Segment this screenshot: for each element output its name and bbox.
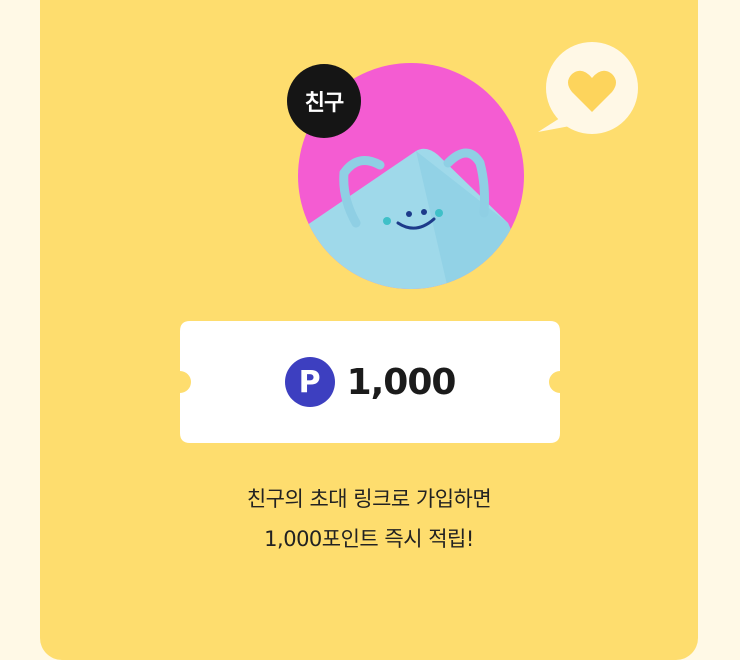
friend-badge: 친구: [287, 64, 361, 138]
description-line-1: 친구의 초대 링크로 가입하면: [246, 487, 492, 511]
point-amount: 1,000: [346, 361, 457, 403]
point-icon: P: [284, 357, 335, 407]
description-line-2: 1,000포인트 즉시 적립!: [264, 527, 474, 551]
point-ticket: P 1,000: [180, 321, 560, 443]
speech-bubble: [530, 40, 650, 140]
